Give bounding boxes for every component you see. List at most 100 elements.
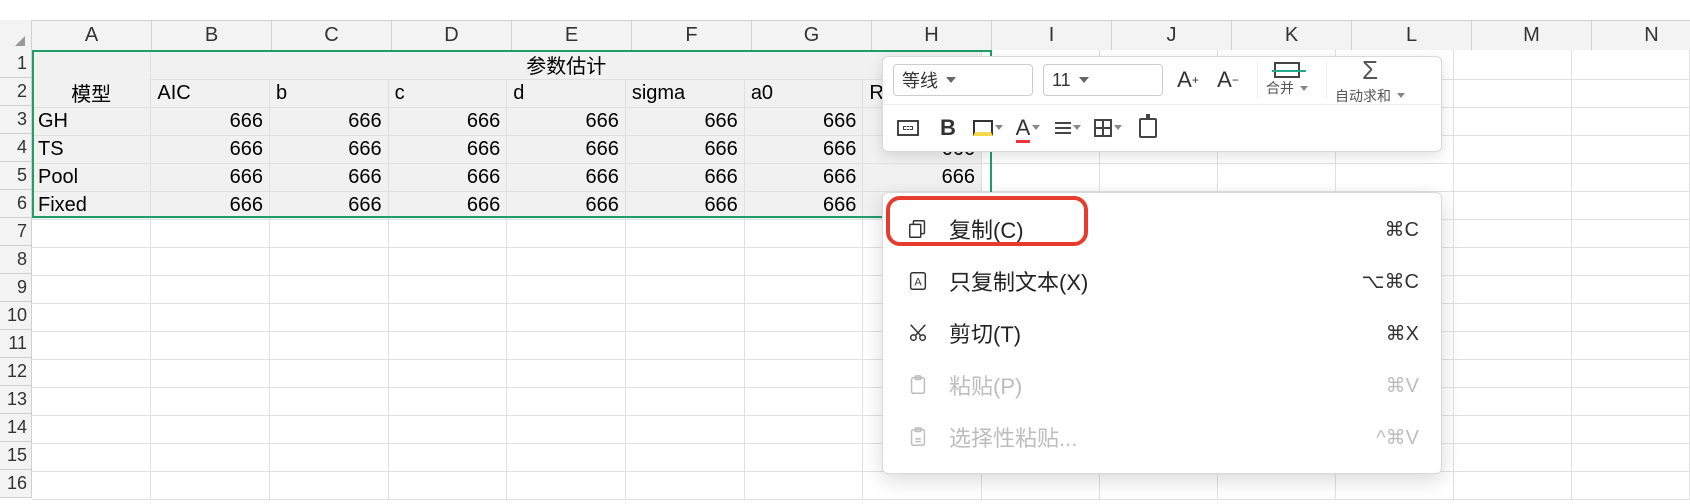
- cell-B9[interactable]: [151, 276, 270, 304]
- cell-N3[interactable]: [1571, 108, 1689, 136]
- cell-M8[interactable]: [1453, 248, 1571, 276]
- cell-B4[interactable]: 666: [151, 136, 270, 164]
- cell-C13[interactable]: [270, 388, 389, 416]
- col-header-N[interactable]: N: [1592, 20, 1690, 50]
- cell-D9[interactable]: [388, 276, 507, 304]
- cell-G10[interactable]: [744, 304, 863, 332]
- cell-A4[interactable]: TS: [32, 136, 151, 164]
- cell-A16[interactable]: [32, 472, 151, 500]
- cell-M1[interactable]: [1453, 50, 1571, 80]
- cell-E12[interactable]: [507, 360, 626, 388]
- cell-D12[interactable]: [388, 360, 507, 388]
- cell-F5[interactable]: 666: [625, 164, 744, 192]
- row-header-13[interactable]: 13: [0, 386, 32, 414]
- col-header-F[interactable]: F: [632, 20, 752, 50]
- format-painter-button[interactable]: [1133, 113, 1163, 143]
- cell-A10[interactable]: [32, 304, 151, 332]
- cell-A5[interactable]: Pool: [32, 164, 151, 192]
- cell-C12[interactable]: [270, 360, 389, 388]
- cell-E3[interactable]: 666: [507, 108, 626, 136]
- header-a0[interactable]: a0: [744, 80, 863, 108]
- cell-C11[interactable]: [270, 332, 389, 360]
- cell-M4[interactable]: [1453, 136, 1571, 164]
- cell-D6[interactable]: 666: [388, 192, 507, 220]
- col-header-C[interactable]: C: [272, 20, 392, 50]
- cell-C9[interactable]: [270, 276, 389, 304]
- cell-B8[interactable]: [151, 248, 270, 276]
- row-header-3[interactable]: 3: [0, 106, 32, 134]
- cell-B7[interactable]: [151, 220, 270, 248]
- menu-cut[interactable]: 剪切(T) ⌘X: [883, 307, 1441, 359]
- cell-E4[interactable]: 666: [507, 136, 626, 164]
- cell-N4[interactable]: [1571, 136, 1689, 164]
- read-layout-button[interactable]: [893, 113, 923, 143]
- cell-A6[interactable]: Fixed: [32, 192, 151, 220]
- cell-E9[interactable]: [507, 276, 626, 304]
- row-header-12[interactable]: 12: [0, 358, 32, 386]
- cell-E13[interactable]: [507, 388, 626, 416]
- cell-A13[interactable]: [32, 388, 151, 416]
- cell-F9[interactable]: [625, 276, 744, 304]
- cell-N12[interactable]: [1571, 360, 1689, 388]
- header-c[interactable]: c: [388, 80, 507, 108]
- cell-D4[interactable]: 666: [388, 136, 507, 164]
- cell-G7[interactable]: [744, 220, 863, 248]
- cell-N6[interactable]: [1571, 192, 1689, 220]
- cell-D10[interactable]: [388, 304, 507, 332]
- cell-D16[interactable]: [388, 472, 507, 500]
- cell-F8[interactable]: [625, 248, 744, 276]
- cell-G15[interactable]: [744, 444, 863, 472]
- cell-A14[interactable]: [32, 416, 151, 444]
- cell-B6[interactable]: 666: [151, 192, 270, 220]
- cell-M3[interactable]: [1453, 108, 1571, 136]
- cell-A11[interactable]: [32, 332, 151, 360]
- cell-B10[interactable]: [151, 304, 270, 332]
- cell-F7[interactable]: [625, 220, 744, 248]
- cell-B15[interactable]: [151, 444, 270, 472]
- cell-L5[interactable]: [1335, 164, 1453, 192]
- col-header-L[interactable]: L: [1352, 20, 1472, 50]
- row-header-15[interactable]: 15: [0, 442, 32, 470]
- cell-N9[interactable]: [1571, 276, 1689, 304]
- font-size-select[interactable]: 11: [1043, 64, 1163, 96]
- cell-B12[interactable]: [151, 360, 270, 388]
- cell-M5[interactable]: [1453, 164, 1571, 192]
- cell-E10[interactable]: [507, 304, 626, 332]
- cell-D15[interactable]: [388, 444, 507, 472]
- row-header-14[interactable]: 14: [0, 414, 32, 442]
- row-header-16[interactable]: 16: [0, 470, 32, 498]
- cell-G12[interactable]: [744, 360, 863, 388]
- bold-button[interactable]: B: [933, 113, 963, 143]
- cell-I16[interactable]: [982, 472, 1100, 500]
- cell-M14[interactable]: [1453, 416, 1571, 444]
- align-button[interactable]: [1053, 113, 1083, 143]
- cell-M7[interactable]: [1453, 220, 1571, 248]
- row-header-10[interactable]: 10: [0, 302, 32, 330]
- cell-E11[interactable]: [507, 332, 626, 360]
- cell-M16[interactable]: [1453, 472, 1571, 500]
- cell-M15[interactable]: [1453, 444, 1571, 472]
- col-header-E[interactable]: E: [512, 20, 632, 50]
- cell-A12[interactable]: [32, 360, 151, 388]
- cell-E6[interactable]: 666: [507, 192, 626, 220]
- header-b[interactable]: b: [270, 80, 389, 108]
- cell-C4[interactable]: 666: [270, 136, 389, 164]
- col-header-A[interactable]: A: [32, 20, 152, 50]
- col-header-I[interactable]: I: [992, 20, 1112, 50]
- row-header-9[interactable]: 9: [0, 274, 32, 302]
- cell-A7[interactable]: [32, 220, 151, 248]
- cell-H16[interactable]: [863, 472, 982, 500]
- cell-C7[interactable]: [270, 220, 389, 248]
- cell-G16[interactable]: [744, 472, 863, 500]
- cell-G13[interactable]: [744, 388, 863, 416]
- menu-copy-text[interactable]: A 只复制文本(X) ⌥⌘C: [883, 255, 1441, 307]
- cell-C5[interactable]: 666: [270, 164, 389, 192]
- cell-B5[interactable]: 666: [151, 164, 270, 192]
- cell-F3[interactable]: 666: [625, 108, 744, 136]
- cell-E16[interactable]: [507, 472, 626, 500]
- row-header-4[interactable]: 4: [0, 134, 32, 162]
- col-header-J[interactable]: J: [1112, 20, 1232, 50]
- cell-A8[interactable]: [32, 248, 151, 276]
- cell-F12[interactable]: [625, 360, 744, 388]
- cell-C3[interactable]: 666: [270, 108, 389, 136]
